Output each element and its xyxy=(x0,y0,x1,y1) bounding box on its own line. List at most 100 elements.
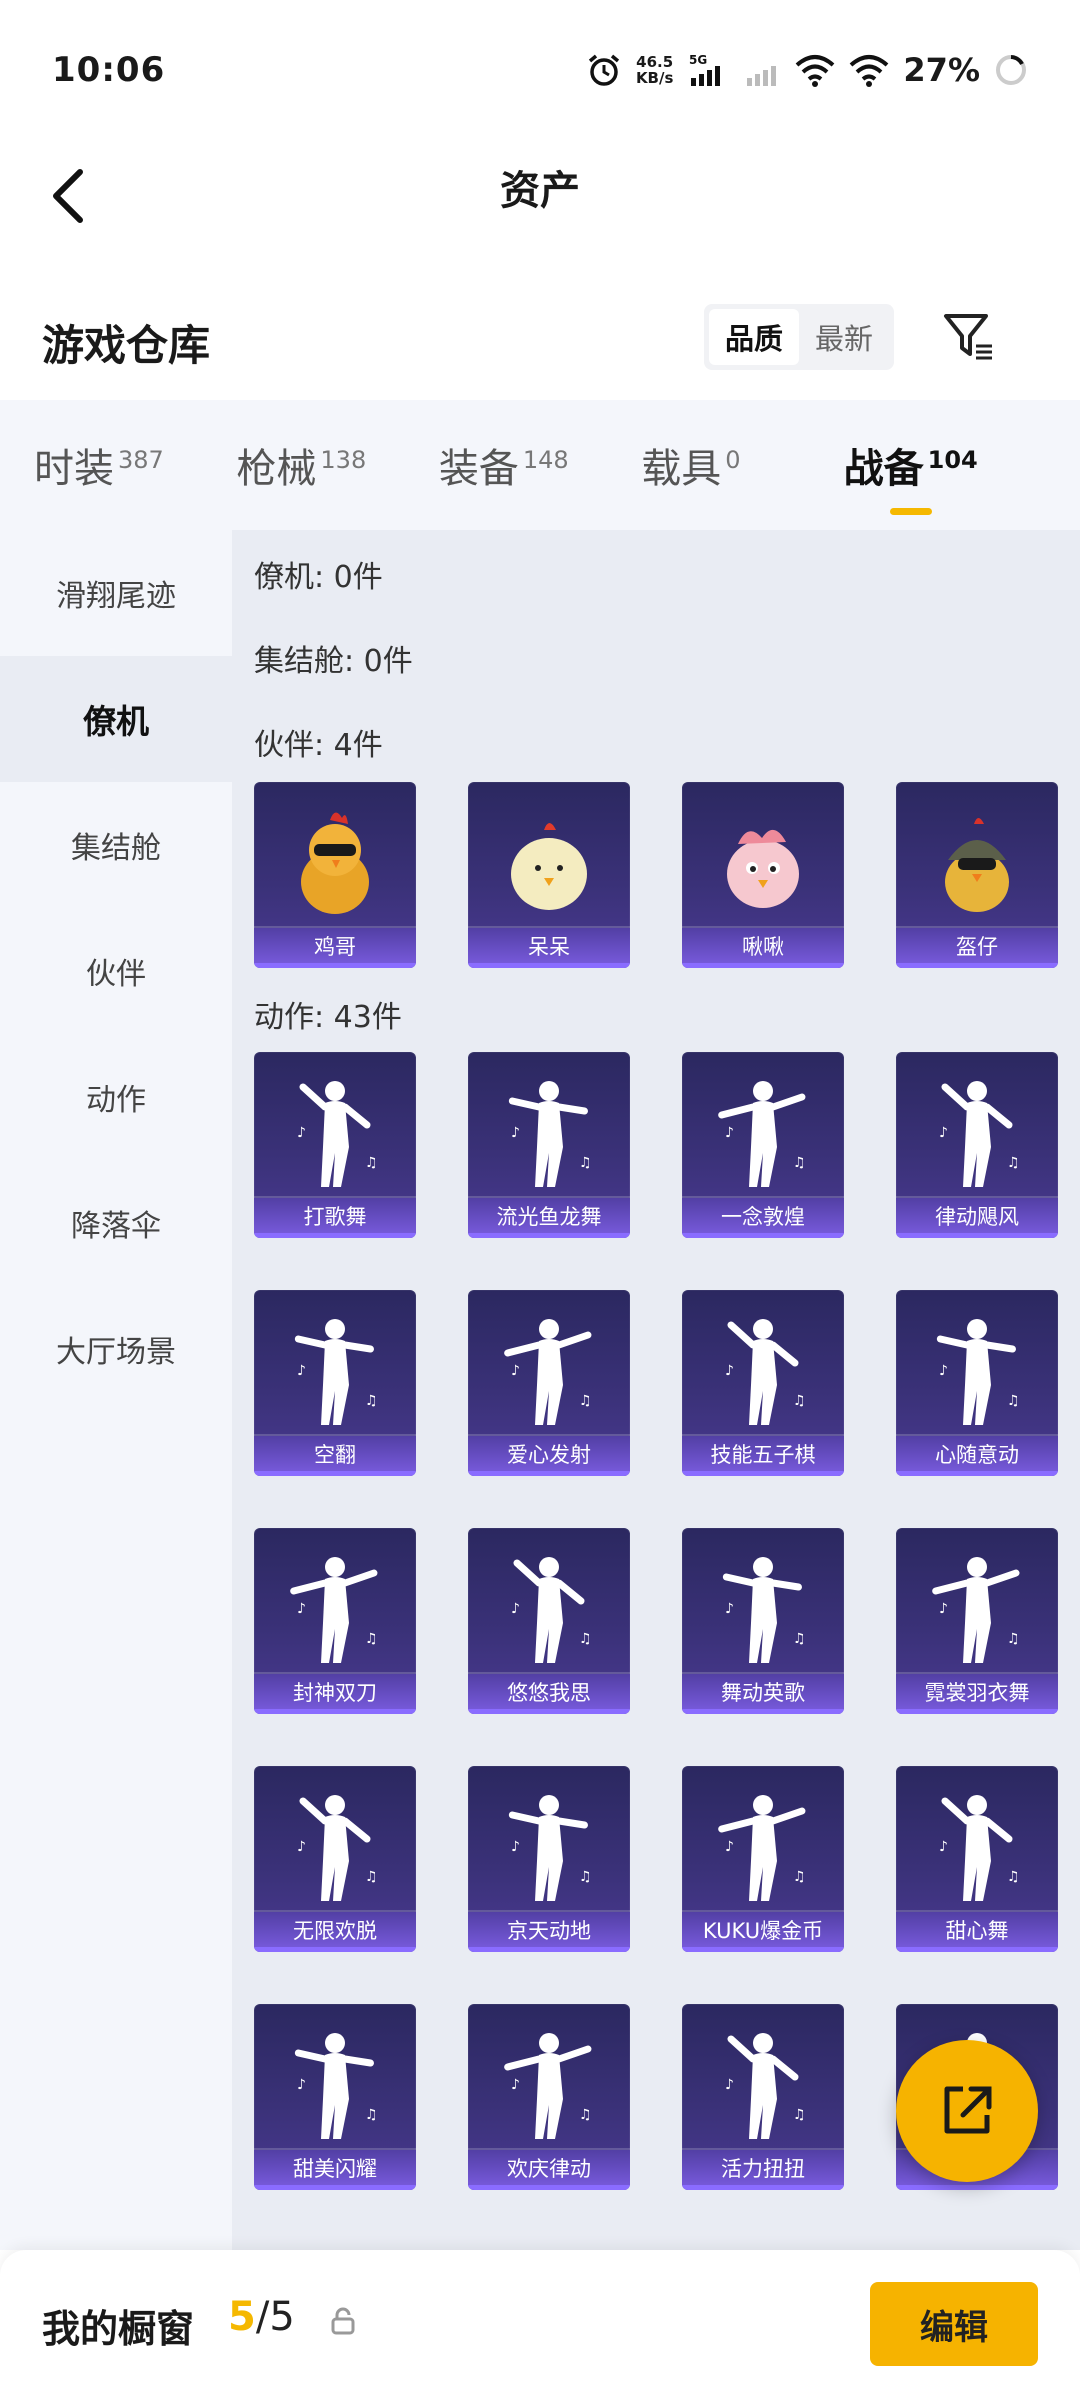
sidebar-item-glide-trail[interactable]: 滑翔尾迹 xyxy=(0,530,232,656)
card-name: 封神双刀 xyxy=(293,1680,377,1705)
rooster-sunglasses-icon xyxy=(254,792,416,932)
emote-card[interactable]: ♪ ♫ 心随意动 xyxy=(896,1290,1058,1476)
card-name-bar: 爱心发射 xyxy=(468,1436,630,1476)
card-name-bar: 盔仔 xyxy=(896,928,1058,968)
dancer-silhouette-icon: ♪♫ xyxy=(896,1300,1058,1440)
tab-label: 战备 xyxy=(843,446,924,492)
emote-card[interactable]: ♪ ♫ 打歌舞 xyxy=(254,1052,416,1238)
tab-fashion[interactable]: 时装 387 xyxy=(34,436,236,494)
share-fab-button[interactable] xyxy=(896,2040,1038,2182)
svg-text:♫: ♫ xyxy=(793,1631,806,1647)
emote-card[interactable]: ♪ ♫ 一念敦煌 xyxy=(682,1052,844,1238)
share-icon xyxy=(944,2086,992,2134)
dancer-silhouette-icon: ♪♫ xyxy=(896,1776,1058,1916)
svg-text:♪: ♪ xyxy=(511,1839,520,1855)
emote-card[interactable]: ♪ ♫ 霓裳羽衣舞 xyxy=(896,1528,1058,1714)
filter-icon xyxy=(944,314,992,360)
partner-card[interactable]: 啾啾 xyxy=(682,782,844,968)
emote-card[interactable]: ♪ ♫ 无限欢脱 xyxy=(254,1766,416,1952)
wingman-count-label: 僚机: 0件 xyxy=(254,560,383,595)
emote-card[interactable]: ♪ ♫ 欢庆律动 xyxy=(468,2004,630,2190)
svg-text:♪: ♪ xyxy=(939,1125,948,1141)
tab-label: 载具 xyxy=(641,446,722,492)
card-name: 呆呆 xyxy=(528,934,570,959)
emote-card[interactable]: ♪ ♫ 律动飓风 xyxy=(896,1052,1058,1238)
svg-text:♫: ♫ xyxy=(365,1155,378,1171)
emote-card[interactable]: ♪ ♫ 技能五子棋 xyxy=(682,1290,844,1476)
dancer-silhouette-icon: ♪♫ xyxy=(468,1300,630,1440)
emote-card[interactable]: ♪ ♫ 爱心发射 xyxy=(468,1290,630,1476)
partner-card[interactable]: 鸡哥 xyxy=(254,782,416,968)
card-name: 悠悠我思 xyxy=(507,1680,591,1705)
edit-button[interactable]: 编辑 xyxy=(870,2282,1038,2366)
dancer-silhouette-icon: ♪♫ xyxy=(468,1062,630,1202)
emote-card[interactable]: ♪ ♫ 甜心舞 xyxy=(896,1766,1058,1952)
tab-weapons[interactable]: 枪械 138 xyxy=(236,436,438,494)
tab-preparation[interactable]: 战备 104 xyxy=(843,436,1046,515)
emote-card[interactable]: ♪ ♫ 活力扭扭 xyxy=(682,2004,844,2190)
card-name-bar: 甜心舞 xyxy=(896,1912,1058,1952)
dancer-silhouette-icon: ♪♫ xyxy=(254,1300,416,1440)
sidebar-item-lobby-scene[interactable]: 大厅场景 xyxy=(0,1286,232,1412)
tab-label: 时装 xyxy=(34,446,114,492)
tab-label: 装备 xyxy=(438,446,519,492)
helmet-chick-icon xyxy=(896,792,1058,932)
sort-newest-button[interactable]: 最新 xyxy=(799,309,889,365)
emote-card[interactable]: ♪ ♫ 空翻 xyxy=(254,1290,416,1476)
alarm-icon xyxy=(586,52,622,88)
svg-text:♪: ♪ xyxy=(511,1363,520,1379)
battery-icon xyxy=(994,53,1028,87)
svg-text:5G: 5G xyxy=(689,53,707,67)
dancer-silhouette-icon: ♪♫ xyxy=(682,1538,844,1678)
card-name: 打歌舞 xyxy=(303,1204,367,1229)
tab-count: 148 xyxy=(522,446,569,474)
card-name: 律动飓风 xyxy=(935,1204,1019,1229)
svg-text:♫: ♫ xyxy=(1007,1393,1020,1409)
svg-text:♪: ♪ xyxy=(939,1839,948,1855)
filter-button[interactable] xyxy=(940,308,1000,368)
network-speed: 46.5 KB/s xyxy=(636,54,673,86)
card-name-bar: 打歌舞 xyxy=(254,1198,416,1238)
signal-weak-icon xyxy=(745,52,781,88)
card-name-bar: 一念敦煌 xyxy=(682,1198,844,1238)
partner-card[interactable]: 呆呆 xyxy=(468,782,630,968)
showcase-title: 我的橱窗 xyxy=(42,2307,195,2351)
sidebar-item-wingman[interactable]: 僚机 xyxy=(0,656,232,782)
partner-card[interactable]: 盔仔 xyxy=(896,782,1058,968)
sidebar-item-parachute[interactable]: 降落伞 xyxy=(0,1160,232,1286)
sidebar-item-capsule[interactable]: 集结舱 xyxy=(0,782,232,908)
lock-icon xyxy=(330,2306,356,2340)
card-name: 心随意动 xyxy=(935,1442,1019,1467)
card-name-bar: 甜美闪耀 xyxy=(254,2150,416,2190)
card-name-bar: 活力扭扭 xyxy=(682,2150,844,2190)
svg-text:♪: ♪ xyxy=(297,1601,306,1617)
showcase-separator: / xyxy=(255,2294,270,2340)
tab-equipment[interactable]: 装备 148 xyxy=(439,436,641,494)
emote-card[interactable]: ♪ ♫ 舞动英歌 xyxy=(682,1528,844,1714)
svg-text:♫: ♫ xyxy=(579,2107,592,2123)
showcase-current: 5 xyxy=(228,2294,256,2340)
sidebar-item-emote[interactable]: 动作 xyxy=(0,1034,232,1160)
svg-text:♫: ♫ xyxy=(365,2107,378,2123)
card-name: 爱心发射 xyxy=(507,1442,591,1467)
svg-text:♪: ♪ xyxy=(511,1601,520,1617)
sidebar-item-partner[interactable]: 伙伴 xyxy=(0,908,232,1034)
svg-text:♫: ♫ xyxy=(1007,1869,1020,1885)
tab-vehicles[interactable]: 载具 0 xyxy=(641,436,843,494)
bottom-bar: 我的橱窗 5/5 编辑 xyxy=(0,2250,1080,2400)
dancer-silhouette-icon: ♪♫ xyxy=(468,1776,630,1916)
emote-card[interactable]: ♪ ♫ 悠悠我思 xyxy=(468,1528,630,1714)
emote-card[interactable]: ♪ ♫ 封神双刀 xyxy=(254,1528,416,1714)
emote-card[interactable]: ♪ ♫ 甜美闪耀 xyxy=(254,2004,416,2190)
category-tabs: 时装 387 枪械 138 装备 148 载具 0 战备 104 xyxy=(0,400,1080,530)
emote-card[interactable]: ♪ ♫ 流光鱼龙舞 xyxy=(468,1052,630,1238)
sort-quality-button[interactable]: 品质 xyxy=(709,309,799,365)
card-name: 活力扭扭 xyxy=(721,2156,805,2181)
dancer-silhouette-icon: ♪♫ xyxy=(254,1062,416,1202)
emote-card[interactable]: ♪ ♫ KUKU爆金币 xyxy=(682,1766,844,1952)
emote-card[interactable]: ♪ ♫ 京天动地 xyxy=(468,1766,630,1952)
emote-count-label: 动作: 43件 xyxy=(254,1000,402,1035)
card-name: 空翻 xyxy=(314,1442,356,1467)
tab-count: 104 xyxy=(927,446,978,474)
card-name: 啾啾 xyxy=(742,934,784,959)
